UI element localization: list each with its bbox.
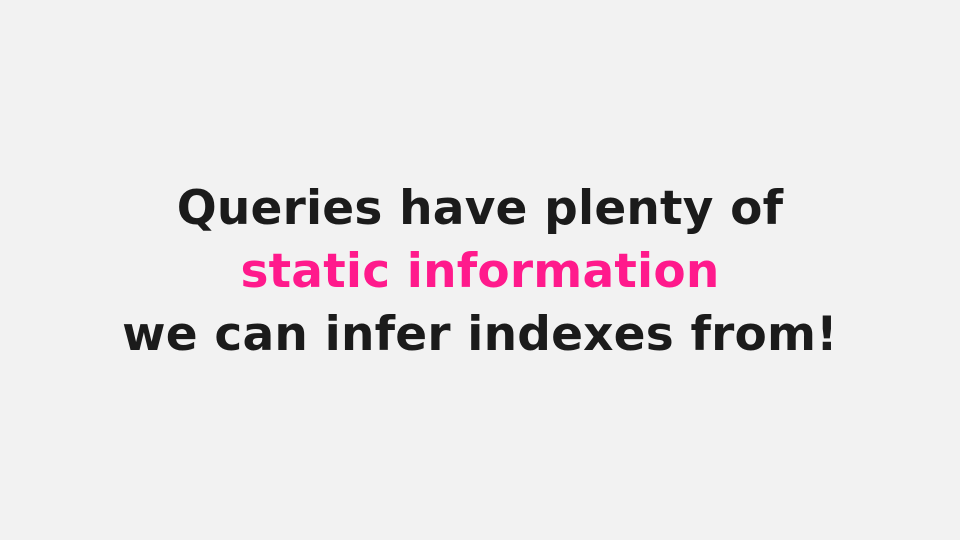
headline: Queries have plenty of static informatio… <box>122 177 838 366</box>
slide: Queries have plenty of static informatio… <box>0 0 960 540</box>
headline-line-3: we can infer indexes from! <box>122 306 838 362</box>
headline-highlight: static information <box>240 243 720 299</box>
headline-line-1: Queries have plenty of <box>176 180 784 236</box>
